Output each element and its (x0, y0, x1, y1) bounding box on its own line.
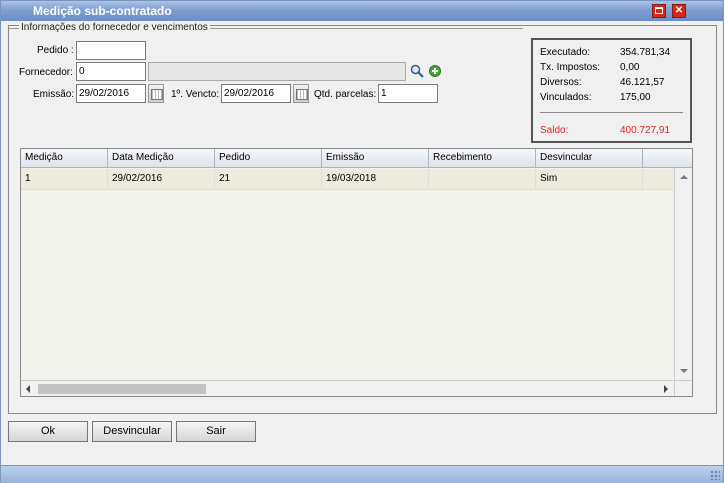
summary-panel: Executado: 354.781,34 Tx. Impostos: 0,00… (531, 38, 692, 143)
parcelas-input[interactable] (378, 84, 438, 103)
impostos-label: Tx. Impostos: (540, 62, 601, 73)
maximize-icon (655, 7, 663, 14)
fornecedor-name-input (148, 62, 406, 81)
cell-data-medicao: 29/02/2016 (108, 169, 215, 189)
close-button[interactable]: ✕ (672, 4, 686, 18)
horizontal-scrollbar[interactable] (21, 380, 673, 396)
column-header-desvincular[interactable]: Desvincular (536, 149, 643, 168)
calendar-icon[interactable] (148, 84, 164, 103)
column-header-emissao[interactable]: Emissão (322, 149, 429, 168)
fieldset-legend: Informações do fornecedor e vencimentos (19, 22, 210, 33)
fornecedor-label: Fornecedor: (19, 67, 73, 78)
parcelas-label: Qtd. parcelas: (314, 89, 377, 100)
cell-medicao: 1 (21, 169, 108, 189)
vencto-label: 1º. Vencto: (171, 89, 220, 100)
saldo-value: 400.727,91 (620, 125, 671, 136)
calendar-icon[interactable] (293, 84, 309, 103)
maximize-button[interactable] (652, 4, 666, 18)
desvincular-button[interactable]: Desvincular (92, 421, 172, 442)
column-header-data-medicao[interactable]: Data Medição (108, 149, 215, 168)
cell-pedido: 21 (215, 169, 322, 189)
scroll-down-icon[interactable] (680, 369, 688, 373)
pedido-input[interactable] (76, 41, 146, 60)
medicao-table: Medição Data Medição Pedido Emissão Rece… (20, 148, 693, 397)
window-title: Medição sub-contratado (33, 4, 172, 18)
table-row[interactable]: 1 29/02/2016 21 19/03/2018 Sim (21, 169, 673, 190)
fornecedor-code-input[interactable] (76, 62, 146, 81)
scroll-right-icon[interactable] (664, 385, 668, 393)
window: Medição sub-contratado ✕ Informações do … (0, 0, 724, 483)
status-bar (1, 465, 723, 483)
scroll-up-icon[interactable] (680, 175, 688, 179)
diversos-label: Diversos: (540, 77, 582, 88)
vertical-scrollbar[interactable] (674, 168, 692, 380)
vencto-input[interactable] (221, 84, 291, 103)
vinculados-label: Vinculados: (540, 92, 592, 103)
resize-grip-icon[interactable] (710, 470, 720, 480)
emissao-input[interactable] (76, 84, 146, 103)
cell-recebimento (429, 169, 536, 189)
search-icon[interactable] (410, 64, 424, 78)
impostos-value: 0,00 (620, 62, 640, 73)
scroll-corner (674, 380, 692, 396)
sair-button[interactable]: Sair (176, 421, 256, 442)
ok-button[interactable]: Ok (8, 421, 88, 442)
cell-emissao: 19/03/2018 (322, 169, 429, 189)
scroll-thumb[interactable] (38, 384, 206, 394)
cell-desvincular[interactable]: Sim (536, 169, 643, 189)
table-header: Medição Data Medição Pedido Emissão Rece… (21, 149, 692, 168)
add-icon[interactable] (429, 65, 441, 77)
scroll-left-icon[interactable] (26, 385, 30, 393)
close-icon: ✕ (674, 5, 684, 16)
diversos-value: 46.121,57 (620, 77, 665, 88)
summary-divider (540, 112, 683, 113)
column-header-recebimento[interactable]: Recebimento (429, 149, 536, 168)
pedido-label: Pedido : (37, 45, 74, 56)
saldo-label: Saldo: (540, 125, 569, 136)
title-bar[interactable]: Medição sub-contratado ✕ (1, 1, 723, 21)
column-header-medicao[interactable]: Medição (21, 149, 108, 168)
emissao-label: Emissão: (33, 89, 75, 100)
executado-value: 354.781,34 (620, 47, 671, 58)
vinculados-value: 175,00 (620, 92, 651, 103)
column-header-pedido[interactable]: Pedido (215, 149, 322, 168)
executado-label: Executado: (540, 47, 591, 58)
